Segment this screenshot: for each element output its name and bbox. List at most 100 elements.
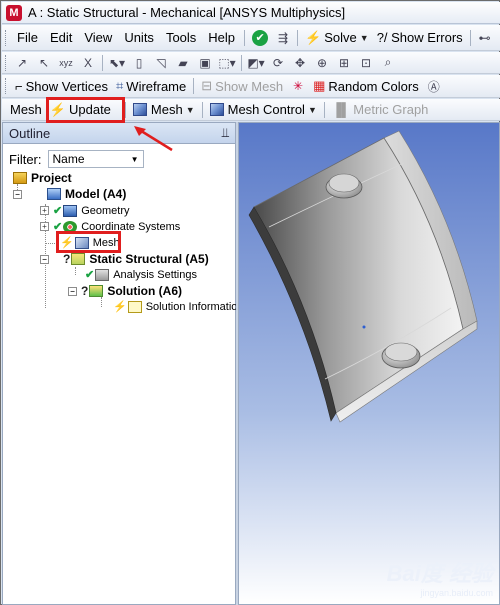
zoom-icon[interactable]: ⊕: [313, 55, 331, 71]
show-vertices-button[interactable]: ⌐ Show Vertices: [11, 76, 112, 96]
analysis-settings-icon: [95, 268, 110, 281]
tree-item-geometry[interactable]: + ✔ Geometry: [40, 204, 130, 217]
tree-item-label: Model (A4): [65, 187, 127, 201]
chevron-down-icon: ▼: [130, 154, 139, 164]
coordinate-triad-icon[interactable]: ✳: [289, 78, 307, 94]
mesh-dropdown-label: Mesh: [150, 102, 183, 117]
menu-view[interactable]: View: [78, 30, 118, 45]
menu-tools[interactable]: Tools: [160, 30, 202, 45]
metric-graph-label: Metric Graph: [353, 102, 429, 117]
update-highlight-box: [46, 97, 125, 123]
select-edge-icon[interactable]: ◹: [152, 55, 170, 71]
tree-item-static-structural[interactable]: − ? Static Structural (A5): [40, 252, 209, 266]
menu-toolbar-row: File Edit View Units Tools Help ✔ ⇶ ⚡ Sol…: [2, 25, 500, 51]
metric-graph-icon: ▐▌: [331, 102, 351, 117]
vertex-icon: ⌐: [15, 78, 23, 94]
zoom-to-fit-icon[interactable]: ⊡: [357, 55, 375, 71]
random-colors-icon: ▦: [313, 78, 326, 93]
menu-units[interactable]: Units: [118, 30, 160, 45]
random-colors-label: Random Colors: [328, 78, 419, 94]
part-boss-top-cap: [328, 173, 360, 193]
outline-title: Outline: [9, 125, 51, 141]
check-icon[interactable]: ✔: [252, 29, 269, 46]
select-face-icon[interactable]: ▰: [174, 55, 192, 71]
pin-icon[interactable]: ⫫: [222, 125, 229, 141]
show-errors-button[interactable]: ?/ Show Errors: [373, 28, 467, 48]
tree-item-model[interactable]: − Model (A4): [13, 187, 126, 201]
toolbar-grip[interactable]: [5, 78, 8, 94]
mesh-control-label: Mesh Control: [227, 102, 305, 117]
solve-button[interactable]: ⚡ Solve ▼: [301, 28, 373, 48]
show-vertex-icon[interactable]: ↖: [35, 55, 53, 71]
new-section-plane-icon[interactable]: ↗: [13, 55, 31, 71]
mesh-cube-icon: [132, 103, 147, 116]
random-colors-button[interactable]: ▦ Random Colors: [309, 76, 423, 96]
static-structural-icon: [71, 253, 86, 265]
toolbar-separator: [124, 101, 126, 118]
question-mark-icon: ?: [63, 252, 71, 266]
expand-toggle[interactable]: +: [40, 222, 49, 231]
filter-select[interactable]: Name ▼: [47, 150, 144, 168]
checkmark-icon: ✔: [85, 269, 95, 281]
chevron-down-icon: ▼: [185, 104, 195, 115]
tree-item-label: Project: [31, 171, 72, 185]
filter-row: Filter: Name ▼: [9, 150, 144, 168]
tree-item-solution[interactable]: − ? Solution (A6): [68, 284, 182, 298]
tree-item-solution-information[interactable]: ⚡ Solution Informatio: [113, 300, 237, 313]
pan-icon[interactable]: ✥: [291, 55, 309, 71]
geometry-icon: [63, 204, 78, 217]
extend-selection-icon[interactable]: ⬚▾: [218, 55, 236, 71]
toolbar-separator: [241, 54, 242, 71]
metric-graph-button[interactable]: ▐▌ Metric Graph: [328, 100, 433, 120]
model-icon: [47, 188, 61, 200]
show-mesh-label: Show Mesh: [215, 78, 284, 94]
chevron-down-icon[interactable]: ▼: [360, 33, 369, 43]
box-zoom-icon[interactable]: ⊞: [335, 55, 353, 71]
solve-label: Solve: [324, 30, 357, 45]
outline-tree-panel: Filter: Name ▼ Project − Model (A4) + ✔ …: [2, 144, 237, 605]
show-mesh-button[interactable]: ⊟ Show Mesh: [197, 76, 287, 96]
menu-edit[interactable]: Edit: [44, 30, 78, 45]
toolbar-grip[interactable]: [5, 54, 8, 71]
toolbar-separator: [201, 101, 203, 118]
rotate-icon[interactable]: ⟳: [269, 55, 287, 71]
solve-bolt-icon: ⚡: [305, 29, 322, 45]
collapse-toggle[interactable]: −: [13, 189, 22, 199]
wireframe-button[interactable]: ⌗ Wireframe: [112, 76, 190, 96]
tree-item-project[interactable]: Project: [13, 171, 72, 185]
solution-icon: [89, 285, 104, 297]
tree-connector: [45, 243, 55, 244]
collapse-toggle[interactable]: −: [68, 286, 77, 296]
selection-filter-icon[interactable]: ◩▾: [247, 55, 265, 71]
question-mark-icon: ?: [81, 284, 89, 298]
title-bar: M A : Static Structural - Mechanical [AN…: [2, 2, 500, 24]
menu-help[interactable]: Help: [202, 30, 241, 45]
watermark-url: jingyan.baidu.com: [420, 588, 493, 598]
select-body-icon[interactable]: ▣: [196, 55, 214, 71]
display-toolbar-row: ⌐ Show Vertices ⌗ Wireframe ⊟ Show Mesh ✳ ▦…: [2, 75, 500, 98]
tree-connector: [75, 267, 76, 275]
collapse-toggle[interactable]: −: [40, 254, 49, 264]
pin-icon[interactable]: ⊷: [476, 30, 494, 46]
mesh-dropdown-button[interactable]: Mesh ▼: [129, 100, 199, 120]
outline-panel-header: Outline ⫫: [2, 122, 236, 144]
magnifier-icon[interactable]: ⌕: [379, 55, 397, 71]
expand-toggle[interactable]: +: [40, 206, 49, 215]
toolbar-grip[interactable]: [5, 29, 8, 46]
model-3d-view[interactable]: [239, 123, 500, 605]
filter-value: Name: [52, 152, 85, 166]
filter-label: Filter:: [9, 151, 42, 167]
mesh-control-dropdown-button[interactable]: Mesh Control ▼: [206, 100, 321, 120]
tree-link-icon[interactable]: ⇶: [274, 30, 292, 46]
menu-file[interactable]: File: [11, 30, 44, 45]
watermark: Bai度 经验 jingyan.baidu.com: [387, 556, 493, 598]
tree-item-analysis-settings[interactable]: ✔ Analysis Settings: [85, 268, 197, 281]
watermark-brand: Bai度 经验: [386, 561, 493, 586]
toolbar-separator: [469, 29, 471, 46]
graphics-viewport[interactable]: Bai度 经验 jingyan.baidu.com: [238, 122, 500, 605]
mesh-highlight-box: [56, 231, 121, 253]
annotation-icon[interactable]: Ⓐ: [425, 78, 443, 94]
axis-icon[interactable]: xyz: [57, 55, 75, 71]
select-mode-icon[interactable]: ⬉▾: [108, 55, 126, 71]
select-point-icon[interactable]: ▯: [130, 55, 148, 71]
